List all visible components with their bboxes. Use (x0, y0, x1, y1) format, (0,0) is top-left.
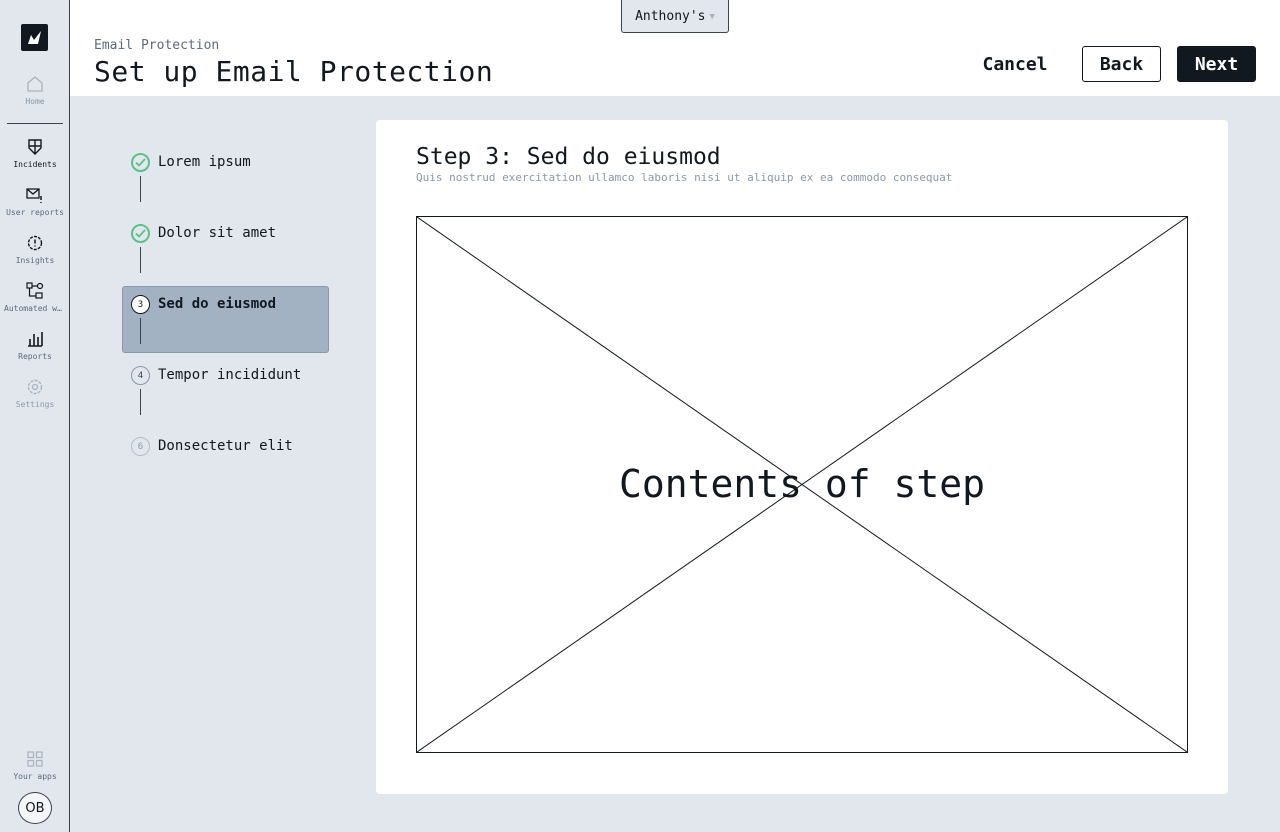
check-circle-icon (131, 153, 150, 172)
sidebar-item-reports[interactable]: Reports (0, 329, 70, 373)
step-item-1[interactable]: Lorem ipsum (122, 144, 329, 211)
step-item-5[interactable]: 6 Donsectetur elit (122, 428, 329, 495)
content-placeholder: Contents of step (416, 216, 1188, 753)
sidebar-item-automated-workflows[interactable]: Automated workflows (0, 281, 70, 325)
check-circle-icon (131, 224, 150, 243)
mail-alert-icon (25, 185, 45, 205)
next-button[interactable]: Next (1177, 46, 1256, 82)
step-item-4[interactable]: 4 Tempor incididunt (122, 357, 329, 424)
cancel-button[interactable]: Cancel (970, 46, 1060, 82)
app-logo[interactable] (21, 24, 48, 51)
sidebar-item-label: Incidents (13, 160, 57, 169)
gear-icon (25, 377, 45, 397)
chevron-down-icon: ▼ (709, 11, 715, 22)
bar-chart-icon (25, 329, 45, 349)
step-content-card: Step 3: Sed do eiusmod Quis nostrud exer… (376, 120, 1228, 794)
step-connector (140, 247, 141, 273)
workflow-icon (25, 281, 45, 301)
back-button[interactable]: Back (1082, 46, 1161, 82)
breadcrumb[interactable]: Email Protection (94, 38, 219, 53)
step-label: Dolor sit amet (158, 225, 277, 241)
page-header: Anthony's ▼ Email Protection Set up Emai… (70, 0, 1280, 96)
sidebar-item-your-apps[interactable]: Your apps (0, 749, 70, 793)
shield-grid-icon (25, 137, 45, 157)
sidebar-item-label: Your apps (13, 772, 57, 781)
avatar[interactable]: OB (18, 792, 52, 824)
sidebar-item-label: User reports (6, 208, 64, 217)
step-item-2[interactable]: Dolor sit amet (122, 215, 329, 282)
step-number: 3 (131, 295, 150, 314)
alert-gear-icon (25, 233, 45, 253)
sidebar: Home Incidents User reports Insights Aut… (0, 0, 70, 832)
sidebar-item-incidents[interactable]: Incidents (0, 137, 70, 181)
sidebar-item-label: Automated workflows (4, 304, 66, 313)
step-number: 6 (131, 437, 150, 456)
sidebar-divider (7, 123, 63, 124)
apps-grid-icon (25, 749, 45, 769)
placeholder-text: Contents of step (618, 462, 986, 506)
sidebar-item-settings[interactable]: Settings (0, 377, 70, 421)
step-number: 4 (131, 366, 150, 385)
page-title: Set up Email Protection (94, 55, 494, 88)
step-connector (140, 389, 141, 415)
sidebar-item-label: Home (25, 97, 45, 106)
step-connector (140, 176, 141, 202)
step-connector (140, 318, 141, 344)
step-item-3[interactable]: 3 Sed do eiusmod (122, 286, 329, 353)
logo-icon (28, 31, 41, 44)
sidebar-item-label: Insights (15, 256, 55, 265)
home-icon (25, 74, 45, 94)
sidebar-item-user-reports[interactable]: User reports (0, 185, 70, 229)
tenant-name: Anthony's (635, 8, 706, 24)
step-subtitle: Quis nostrud exercitation ullamco labori… (416, 171, 953, 184)
step-label: Sed do eiusmod (158, 296, 277, 312)
sidebar-item-home[interactable]: Home (0, 74, 70, 118)
step-label: Tempor incididunt (158, 367, 302, 383)
step-label: Lorem ipsum (158, 154, 251, 170)
step-title: Step 3: Sed do eiusmod (416, 144, 721, 170)
sidebar-item-label: Settings (15, 400, 55, 409)
sidebar-item-insights[interactable]: Insights (0, 233, 70, 277)
sidebar-item-label: Reports (18, 352, 52, 361)
step-label: Donsectetur elit (158, 438, 293, 454)
tenant-switcher[interactable]: Anthony's ▼ (621, 0, 729, 33)
